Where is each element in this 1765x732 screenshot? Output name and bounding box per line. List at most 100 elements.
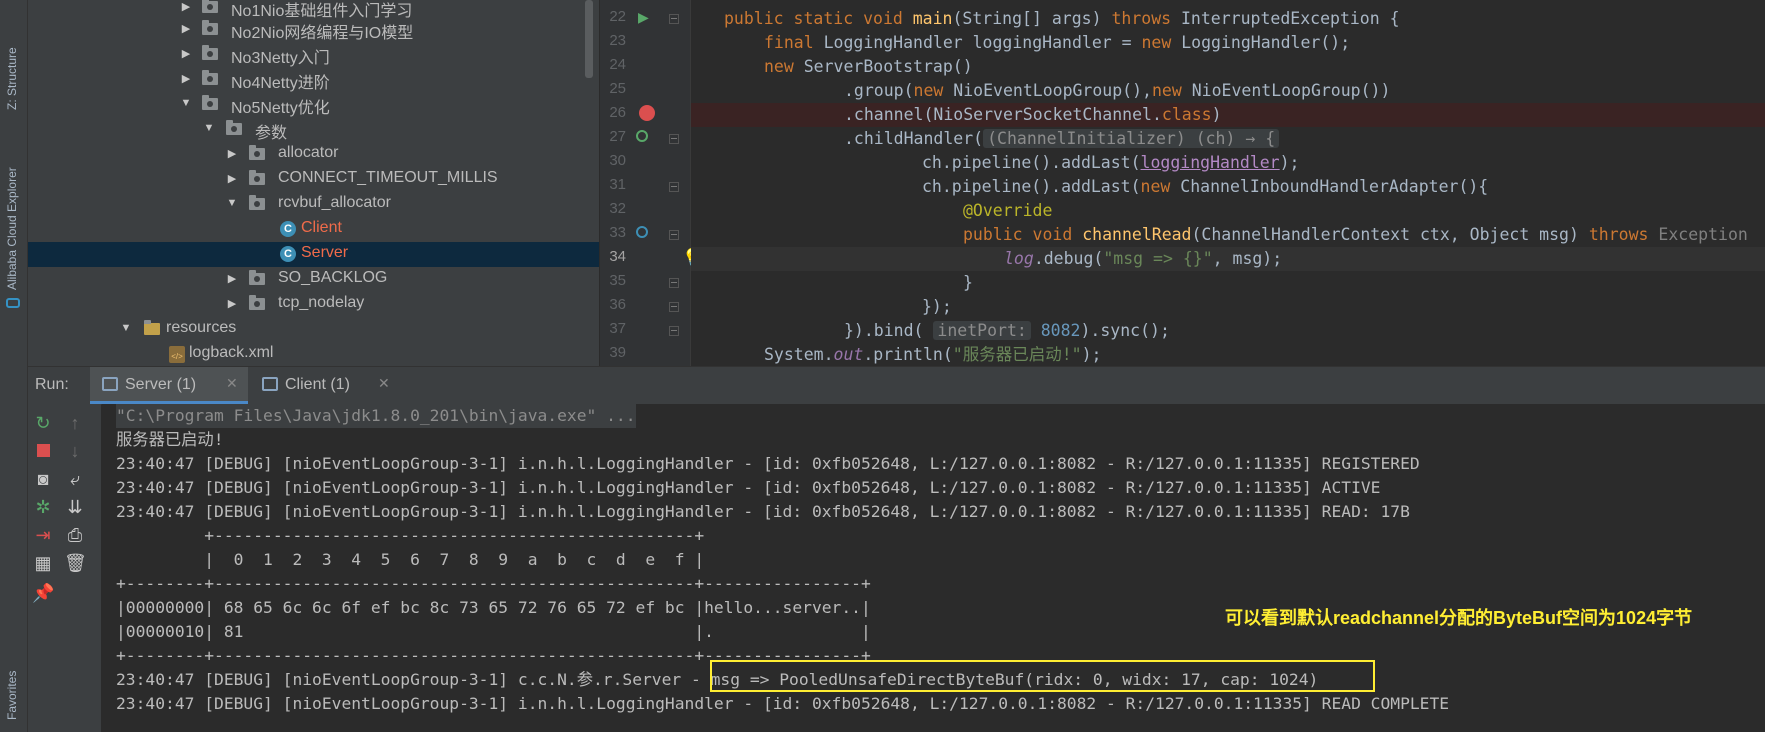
fold-icon[interactable] (669, 230, 679, 240)
code-line: ch.pipeline().addLast(new ChannelInbound… (691, 175, 1765, 199)
collapse-arrow-icon[interactable]: ▼ (203, 122, 215, 134)
close-icon[interactable]: ✕ (226, 375, 238, 392)
tree-item[interactable]: ▼ resources (28, 317, 599, 342)
fold-icon[interactable] (669, 326, 679, 336)
structure-tab[interactable]: Z: Structure (2, 10, 24, 110)
tree-item-label: logback.xml (189, 344, 274, 361)
line-number: 26 (609, 104, 626, 121)
fold-icon[interactable] (669, 14, 679, 24)
expand-arrow-icon[interactable]: ▶ (226, 147, 238, 160)
rerun-icon[interactable]: ↻ (32, 412, 54, 434)
code-line: ch.pipeline().addLast(loggingHandler); (691, 151, 1765, 175)
tree-item[interactable]: ▶ allocator (28, 142, 599, 167)
expand-arrow-icon[interactable]: ▶ (226, 297, 238, 310)
code-text: .debug( (1033, 249, 1104, 268)
tree-item[interactable]: ▶ No3Netty入门 (28, 42, 599, 67)
console-line: +--------+------------------------------… (116, 574, 871, 593)
left-tool-strip: Z: Structure Alibaba Cloud Explorer Favo… (0, 0, 28, 732)
tab-server[interactable]: Server (1) ✕ (90, 367, 248, 404)
code-text: NioEventLoopGroup(), (953, 81, 1152, 100)
code-line: .childHandler((ChannelInitializer) (ch) … (691, 127, 1765, 151)
soft-wrap-icon[interactable]: ⤶ (64, 468, 86, 490)
code-text: NioEventLoopGroup()) (1191, 81, 1391, 100)
lambda-fold-hint[interactable]: (ChannelInitializer) (ch) → { (983, 129, 1280, 148)
line-number: 23 (609, 32, 626, 49)
code-text: ServerBootstrap() (803, 57, 973, 76)
fold-icon[interactable] (669, 134, 679, 144)
code-keyword: throws (1111, 9, 1181, 28)
override-icon[interactable] (636, 226, 648, 238)
code-text: .childHandler( (844, 129, 984, 148)
expand-arrow-icon[interactable]: ▶ (226, 172, 238, 185)
annotation-text: 可以看到默认readchannel分配的ByteBuf空间为1024字节 (1225, 608, 1693, 628)
package-icon (249, 170, 265, 185)
highlight-box (710, 660, 1375, 692)
alibaba-cloud-explorer-label: Alibaba Cloud Explorer (5, 167, 19, 290)
tree-item-client[interactable]: C Client (28, 217, 599, 242)
code-text: (String[] args) (952, 9, 1112, 28)
tree-item-label: tcp_nodelay (278, 294, 365, 311)
code-line-breakpoint: .channel(NioServerSocketChannel.class) (691, 103, 1765, 127)
console-line: +---------------------------------------… (116, 526, 705, 545)
project-tree: ▶ No1Nio基础组件入门学习 ▶ No2Nio网络编程与IO模型 ▶ No3… (28, 0, 599, 366)
code-line: }); (691, 295, 1765, 319)
camera-icon[interactable]: ◙ (32, 468, 54, 490)
stop-icon[interactable] (32, 440, 54, 462)
tree-item[interactable]: ▶ tcp_nodelay (28, 292, 599, 317)
tree-item[interactable]: ▶ No4Netty进阶 (28, 67, 599, 92)
up-arrow-icon[interactable]: ↑ (64, 412, 86, 434)
tree-item[interactable]: ▼ 参数 (28, 117, 599, 142)
editor-gutter[interactable]: 22 ▶ 23 24 25 26 27 30 31 32 33 34 💡 35 … (600, 0, 703, 366)
expand-arrow-icon[interactable]: ▶ (180, 72, 192, 85)
fold-icon[interactable] (669, 278, 679, 288)
tree-item-label: Client (301, 219, 342, 236)
tree-item-label: No2Nio网络编程与IO模型 (231, 25, 414, 42)
expand-arrow-icon[interactable]: ▶ (180, 22, 192, 35)
code-string: "msg => {}" (1103, 249, 1213, 268)
tree-item[interactable]: ▶ No2Nio网络编程与IO模型 (28, 17, 599, 42)
code-text: .group( (844, 81, 914, 100)
tree-item-server[interactable]: C Server (28, 242, 599, 267)
code-text: ) (1211, 105, 1222, 124)
code-line: final LoggingHandler loggingHandler = ne… (691, 31, 1765, 55)
collapse-arrow-icon[interactable]: ▼ (120, 322, 132, 334)
trash-icon[interactable]: 🗑 (64, 552, 87, 574)
tree-item[interactable]: ▼ rcvbuf_allocator (28, 192, 599, 217)
close-icon[interactable]: ✕ (378, 375, 390, 392)
fold-icon[interactable] (669, 182, 679, 192)
code-editor[interactable]: public static void main(String[] args) t… (691, 0, 1765, 366)
expand-arrow-icon[interactable]: ▶ (180, 47, 192, 60)
java-class-icon: C (280, 221, 296, 237)
tab-client[interactable]: Client (1) ✕ (250, 367, 400, 404)
down-arrow-icon[interactable]: ↓ (64, 440, 86, 462)
expand-arrow-icon[interactable]: ▶ (226, 272, 238, 285)
favorites-tab[interactable]: Favorites (2, 640, 24, 720)
debug-icon[interactable]: ✲ (32, 496, 54, 518)
tree-item[interactable]: ▼ No5Netty优化 (28, 92, 599, 117)
run-icon[interactable]: ▶ (638, 9, 649, 26)
scroll-to-end-icon[interactable]: ⇊ (64, 496, 86, 518)
line-number: 27 (609, 128, 626, 145)
tree-item-label: No5Netty优化 (231, 100, 330, 117)
tree-item-label: No3Netty入门 (231, 50, 330, 67)
tree-item[interactable]: ▶ CONNECT_TIMEOUT_MILLIS (28, 167, 599, 192)
implement-icon[interactable] (636, 130, 648, 142)
package-icon (249, 195, 265, 210)
tree-item[interactable]: ▶ SO_BACKLOG (28, 267, 599, 292)
layout-icon[interactable]: ▦ (32, 552, 54, 574)
alibaba-cloud-explorer-tab[interactable]: Alibaba Cloud Explorer (2, 140, 24, 290)
package-icon (249, 295, 265, 310)
fold-icon[interactable] (669, 302, 679, 312)
code-text: ).sync(); (1080, 321, 1170, 340)
tree-item[interactable]: </> logback.xml (28, 342, 599, 366)
print-icon[interactable]: ⎙ (64, 524, 86, 546)
java-class-icon: C (280, 246, 296, 262)
breakpoint-icon[interactable] (639, 105, 655, 121)
pin-icon[interactable]: 📌 (32, 582, 54, 604)
collapse-arrow-icon[interactable]: ▼ (180, 97, 192, 109)
collapse-arrow-icon[interactable]: ▼ (226, 197, 238, 209)
alibaba-cloud-icon[interactable] (6, 298, 20, 308)
expand-arrow-icon[interactable]: ▶ (180, 0, 192, 13)
exit-icon[interactable]: ⇥ (32, 524, 54, 546)
code-keyword: final (764, 33, 824, 52)
